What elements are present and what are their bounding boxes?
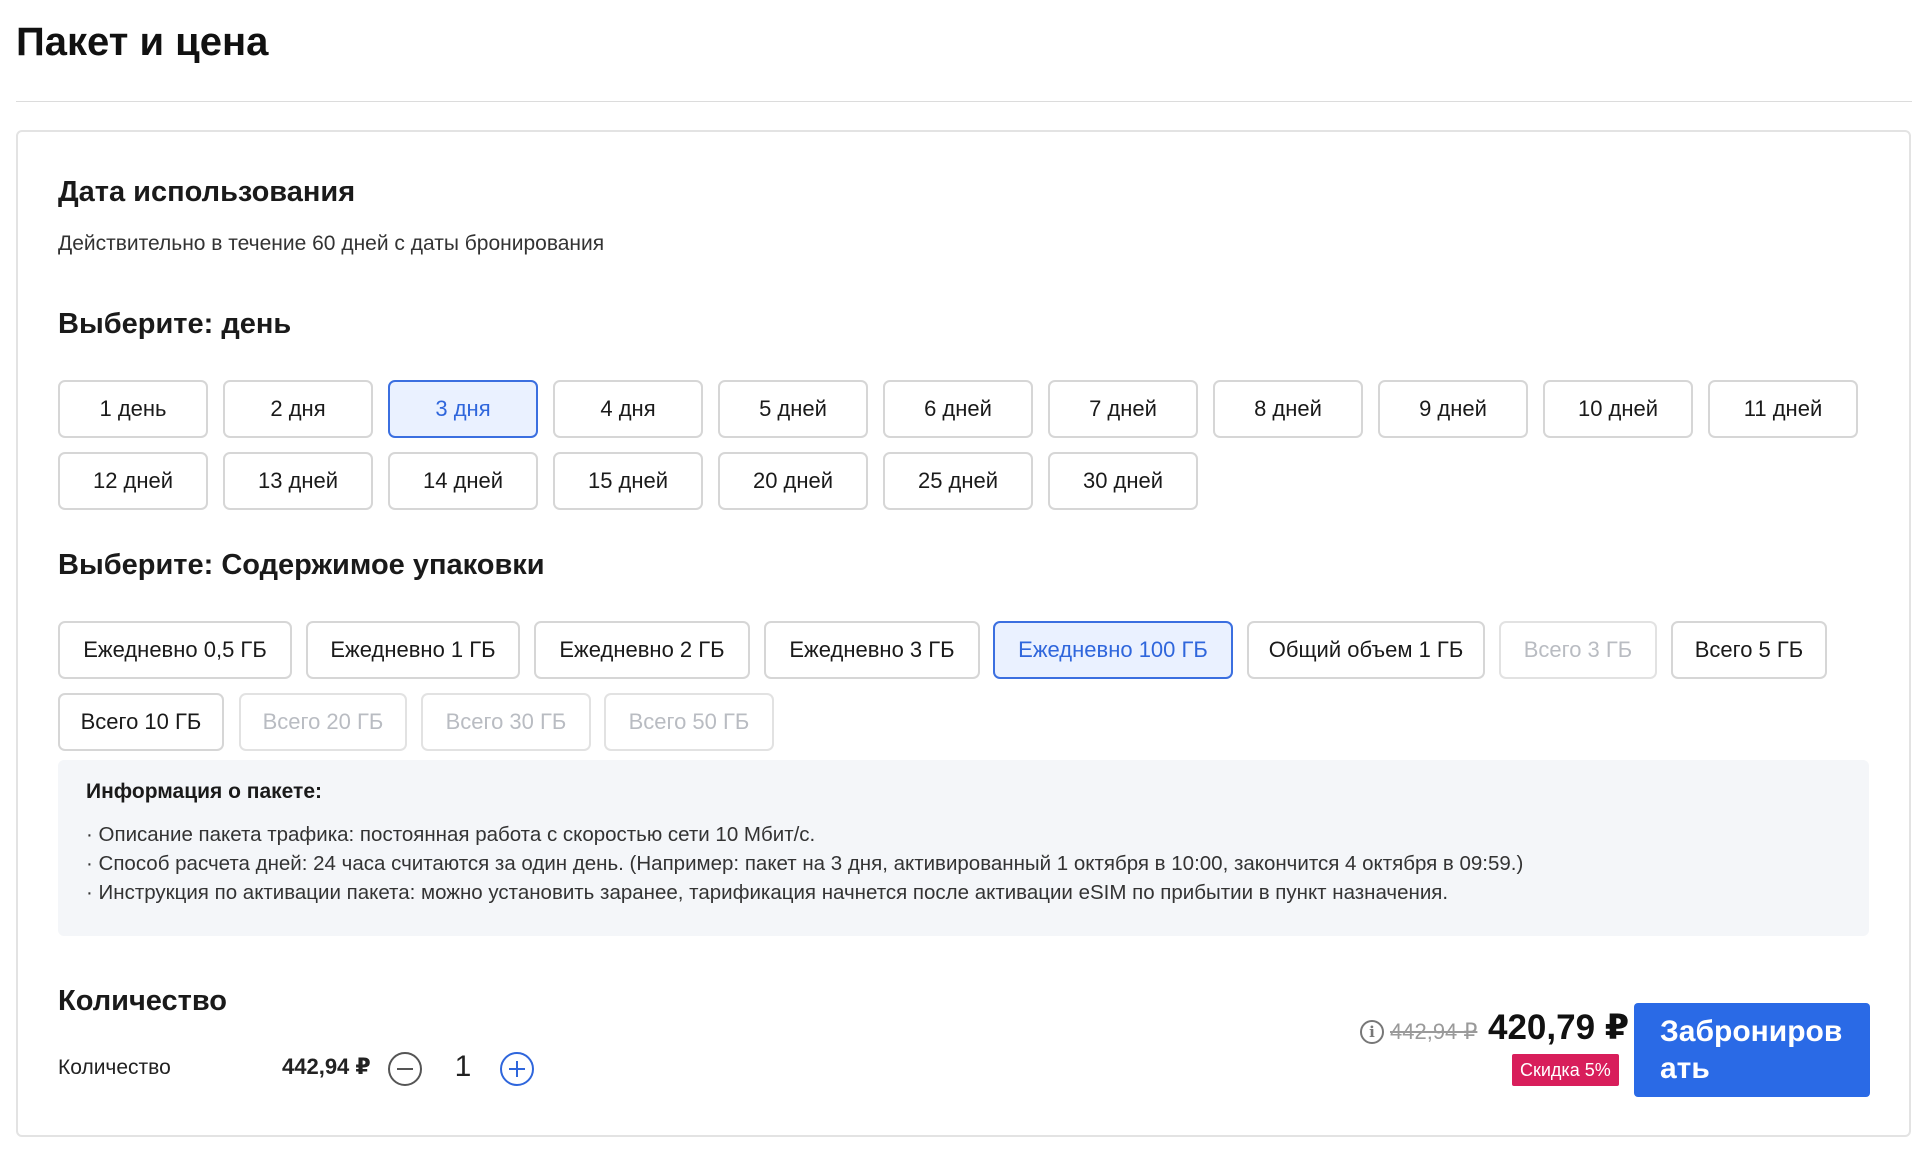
content-option-total-volume-1gb[interactable]: Общий объем 1 ГБ — [1247, 621, 1485, 679]
package-card: Дата использования Действительно в течен… — [16, 130, 1911, 1137]
content-option-daily-100gb[interactable]: Ежедневно 100 ГБ — [993, 621, 1233, 679]
content-option-total-30gb: Всего 30 ГБ — [421, 693, 591, 751]
days-title: Выберите: день — [58, 308, 292, 340]
day-option-4[interactable]: 4 дня — [553, 380, 703, 438]
content-option-total-3gb: Всего 3 ГБ — [1499, 621, 1657, 679]
day-option-15[interactable]: 15 дней — [553, 452, 703, 510]
day-option-5[interactable]: 5 дней — [718, 380, 868, 438]
usage-date-title: Дата использования — [58, 176, 356, 208]
page-title: Пакет и цена — [16, 20, 269, 64]
content-option-daily-0-5gb[interactable]: Ежедневно 0,5 ГБ — [58, 621, 292, 679]
usage-date-note: Действительно в течение 60 дней с даты б… — [58, 232, 605, 255]
new-price: 420,79 ₽ — [1488, 1008, 1630, 1047]
content-option-total-20gb: Всего 20 ГБ — [239, 693, 407, 751]
content-option-total-50gb: Всего 50 ГБ — [604, 693, 774, 751]
day-option-2[interactable]: 2 дня — [223, 380, 373, 438]
package-info-line: · Описание пакета трафика: постоянная ра… — [86, 823, 816, 846]
decrease-quantity-button[interactable] — [388, 1052, 422, 1086]
quantity-value: 1 — [454, 1050, 472, 1083]
day-option-13[interactable]: 13 дней — [223, 452, 373, 510]
quantity-label: Количество — [58, 1056, 171, 1079]
minus-icon — [397, 1067, 413, 1071]
day-option-3[interactable]: 3 дня — [388, 380, 538, 438]
day-option-11[interactable]: 11 дней — [1708, 380, 1858, 438]
content-option-daily-3gb[interactable]: Ежедневно 3 ГБ — [764, 621, 980, 679]
day-option-12[interactable]: 12 дней — [58, 452, 208, 510]
plus-icon — [515, 1061, 519, 1077]
day-option-25[interactable]: 25 дней — [883, 452, 1033, 510]
package-info-title: Информация о пакете: — [86, 780, 322, 803]
old-price: 442,94 ₽ — [1390, 1019, 1478, 1044]
package-info-line: · Инструкция по активации пакета: можно … — [86, 881, 1449, 904]
content-option-total-10gb[interactable]: Всего 10 ГБ — [58, 693, 224, 751]
day-option-30[interactable]: 30 дней — [1048, 452, 1198, 510]
day-option-10[interactable]: 10 дней — [1543, 380, 1693, 438]
day-option-9[interactable]: 9 дней — [1378, 380, 1528, 438]
info-icon[interactable]: i — [1360, 1020, 1384, 1044]
content-option-daily-2gb[interactable]: Ежедневно 2 ГБ — [534, 621, 750, 679]
book-button[interactable]: Забронировать — [1634, 1003, 1870, 1097]
content-option-total-5gb[interactable]: Всего 5 ГБ — [1671, 621, 1827, 679]
day-option-1[interactable]: 1 день — [58, 380, 208, 438]
increase-quantity-button[interactable] — [500, 1052, 534, 1086]
contents-title: Выберите: Содержимое упаковки — [58, 549, 545, 581]
day-option-14[interactable]: 14 дней — [388, 452, 538, 510]
content-option-daily-1gb[interactable]: Ежедневно 1 ГБ — [306, 621, 520, 679]
quantity-title: Количество — [58, 985, 228, 1017]
unit-price: 442,94 ₽ — [282, 1054, 371, 1079]
day-option-6[interactable]: 6 дней — [883, 380, 1033, 438]
package-info-box: Информация о пакете: · Описание пакета т… — [58, 760, 1869, 936]
day-option-8[interactable]: 8 дней — [1213, 380, 1363, 438]
day-option-20[interactable]: 20 дней — [718, 452, 868, 510]
title-divider — [16, 101, 1912, 102]
discount-badge: Скидка 5% — [1512, 1054, 1619, 1086]
package-info-line: · Способ расчета дней: 24 часа считаются… — [86, 852, 1524, 875]
day-option-7[interactable]: 7 дней — [1048, 380, 1198, 438]
